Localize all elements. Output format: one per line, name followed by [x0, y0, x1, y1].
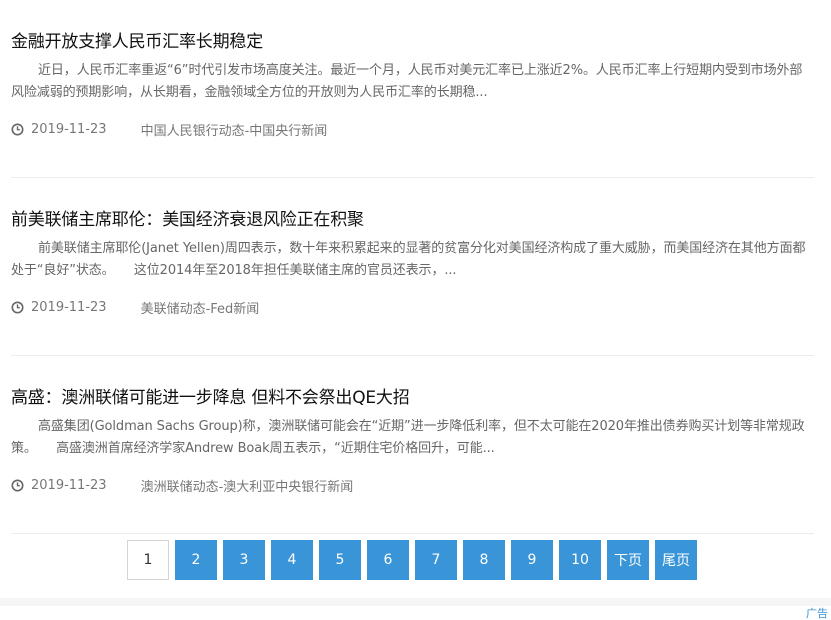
page-button-6[interactable]: 6 — [367, 540, 409, 580]
article-title[interactable]: 前美联储主席耶伦：美国经济衰退风险正在积聚 — [11, 205, 364, 230]
page-button-2[interactable]: 2 — [175, 540, 217, 580]
page-button-10[interactable]: 10 — [559, 540, 601, 580]
article-date: 2019-11-23 — [31, 477, 107, 493]
article-date: 2019-11-23 — [31, 121, 107, 137]
article-meta: 2019-11-23 中国人民银行动态-中国央行新闻 — [11, 120, 328, 139]
news-article: 金融开放支撑人民币汇率长期稳定 近日，人民币汇率重返“6”时代引发市场高度关注。… — [11, 0, 814, 178]
last-page-button[interactable]: 尾页 — [655, 540, 697, 580]
news-article: 高盛：澳洲联储可能进一步降息 但料不会祭出QE大招 高盛集团(Goldman S… — [11, 356, 814, 534]
page-button-9[interactable]: 9 — [511, 540, 553, 580]
article-meta: 2019-11-23 澳洲联储动态-澳大利亚中央银行新闻 — [11, 476, 354, 495]
page-button-8[interactable]: 8 — [463, 540, 505, 580]
clock-icon — [11, 479, 24, 491]
footer-divider — [0, 598, 831, 606]
article-source[interactable]: 澳洲联储动态-澳大利亚中央银行新闻 — [141, 476, 354, 495]
pagination: 1 2 3 4 5 6 7 8 9 10 下页 尾页 — [127, 540, 703, 580]
page-button-4[interactable]: 4 — [271, 540, 313, 580]
article-title[interactable]: 高盛：澳洲联储可能进一步降息 但料不会祭出QE大招 — [11, 383, 410, 408]
article-summary: 前美联储主席耶伦(Janet Yellen)周四表示，数十年来积累起来的显著的贫… — [11, 241, 806, 278]
news-list: 金融开放支撑人民币汇率长期稳定 近日，人民币汇率重返“6”时代引发市场高度关注。… — [11, 0, 814, 534]
clock-icon — [11, 123, 24, 135]
clock-icon — [11, 301, 24, 313]
article-meta: 2019-11-23 美联储动态-Fed新闻 — [11, 298, 260, 317]
page-button-5[interactable]: 5 — [319, 540, 361, 580]
ad-label[interactable]: 广告 — [806, 607, 828, 620]
news-article: 前美联储主席耶伦：美国经济衰退风险正在积聚 前美联储主席耶伦(Janet Yel… — [11, 178, 814, 356]
article-summary: 高盛集团(Goldman Sachs Group)称，澳洲联储可能会在“近期”进… — [11, 419, 805, 456]
page-button-3[interactable]: 3 — [223, 540, 265, 580]
article-date: 2019-11-23 — [31, 299, 107, 315]
article-source[interactable]: 美联储动态-Fed新闻 — [141, 298, 260, 317]
page-current[interactable]: 1 — [127, 540, 169, 580]
next-page-button[interactable]: 下页 — [607, 540, 649, 580]
article-source[interactable]: 中国人民银行动态-中国央行新闻 — [141, 120, 328, 139]
article-summary: 近日，人民币汇率重返“6”时代引发市场高度关注。最近一个月，人民币对美元汇率已上… — [11, 63, 803, 100]
page-button-7[interactable]: 7 — [415, 540, 457, 580]
article-title[interactable]: 金融开放支撑人民币汇率长期稳定 — [11, 27, 263, 52]
